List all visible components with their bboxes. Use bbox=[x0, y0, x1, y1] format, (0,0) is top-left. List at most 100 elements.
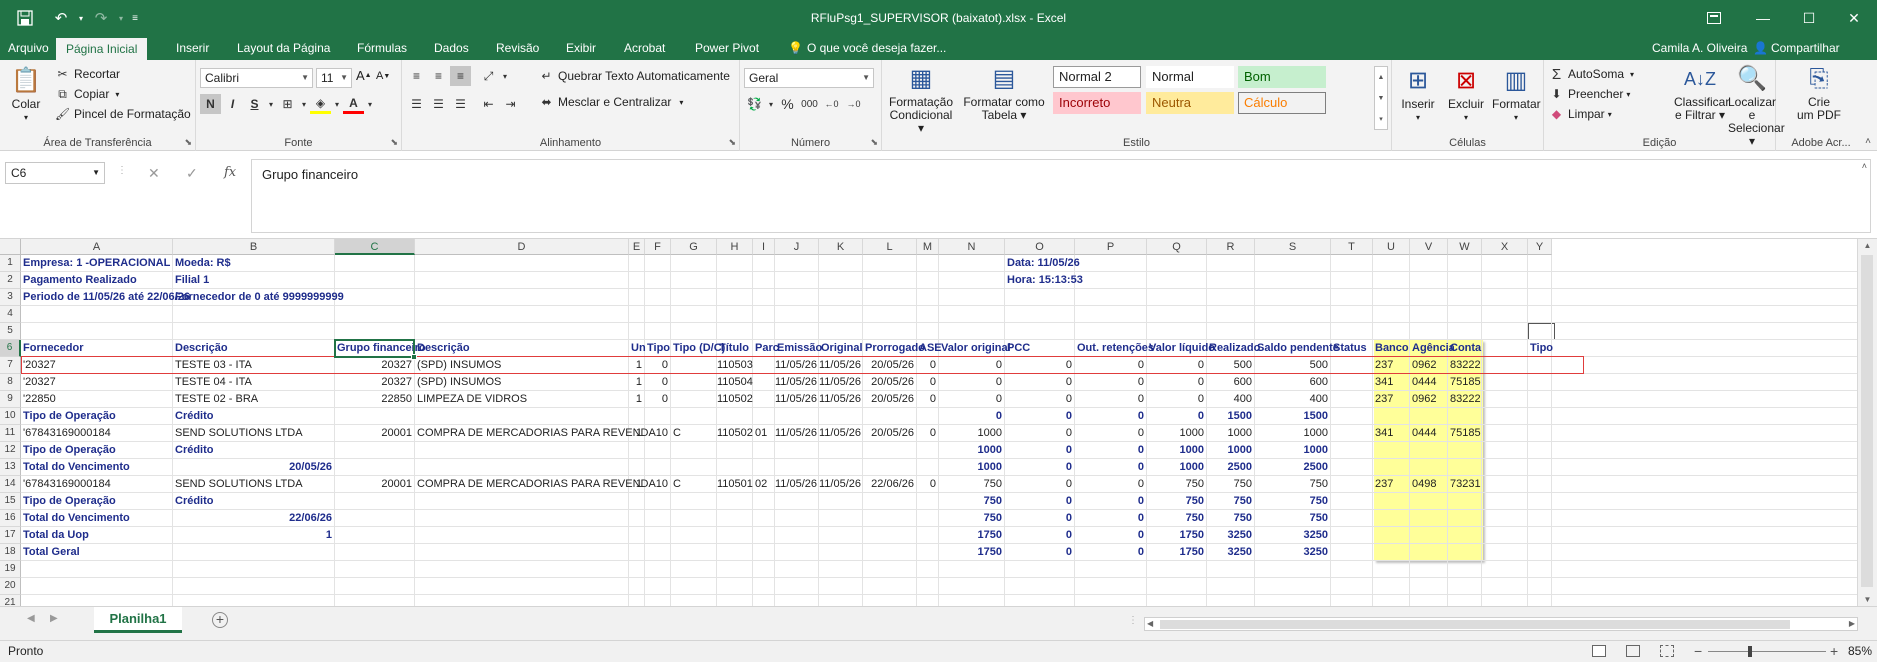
cell-s8[interactable]: 600 bbox=[1255, 374, 1331, 391]
create-pdf-button[interactable]: ⎘ Crie um PDF bbox=[1794, 64, 1844, 122]
cell-i6[interactable]: Parc bbox=[753, 340, 779, 357]
fill-handle[interactable] bbox=[411, 354, 417, 360]
tab-p-gina-inicial[interactable]: Página Inicial bbox=[56, 38, 148, 60]
row-header-19[interactable]: 19 bbox=[0, 561, 21, 578]
cell-n7[interactable]: 0 bbox=[939, 357, 1005, 374]
dialog-launcher-icon[interactable]: ⬊ bbox=[728, 137, 736, 148]
row-header-2[interactable]: 2 bbox=[0, 272, 21, 289]
cell-e7[interactable]: 1 bbox=[629, 357, 645, 374]
cell-a10[interactable]: Tipo de Operação bbox=[21, 408, 173, 425]
cell-d14[interactable]: COMPRA DE MERCADORIAS PARA REVENDA bbox=[415, 476, 656, 493]
cell-w7[interactable]: 83222 bbox=[1448, 357, 1482, 374]
font-color-icon[interactable]: A bbox=[343, 94, 364, 114]
cell-n13[interactable]: 1000 bbox=[939, 459, 1005, 476]
cell-l9[interactable]: 20/05/26 bbox=[863, 391, 917, 408]
cell-o13[interactable]: 0 bbox=[1005, 459, 1075, 476]
cell-r18[interactable]: 3250 bbox=[1207, 544, 1255, 561]
cell-m14[interactable]: 0 bbox=[917, 476, 939, 493]
cell-a15[interactable]: Tipo de Operação bbox=[21, 493, 173, 510]
new-sheet-button[interactable]: + bbox=[212, 612, 228, 628]
chevron-down-icon[interactable]: ▾ bbox=[500, 66, 510, 86]
align-center-icon[interactable]: ☰ bbox=[428, 94, 449, 114]
column-header-q[interactable]: Q bbox=[1147, 239, 1207, 255]
copy-button[interactable]: ⧉ Copiar ▾ bbox=[52, 84, 119, 104]
row-header-5[interactable]: 5 bbox=[0, 323, 21, 340]
cell-l6[interactable]: Prorrogado bbox=[863, 340, 925, 357]
zoom-in-icon[interactable]: + bbox=[1830, 641, 1838, 662]
column-header-b[interactable]: B bbox=[173, 239, 335, 255]
share-button[interactable]: 👤 Compartilhar bbox=[1753, 36, 1840, 60]
enter-icon[interactable]: ✓ bbox=[186, 162, 198, 184]
cell-y6[interactable]: Tipo bbox=[1528, 340, 1553, 357]
cell-b7[interactable]: TESTE 03 - ITA bbox=[173, 357, 335, 374]
expand-formula-bar-icon[interactable]: ˄ bbox=[1862, 161, 1867, 171]
cell-o17[interactable]: 0 bbox=[1005, 527, 1075, 544]
cell-v8[interactable]: 0444 bbox=[1410, 374, 1448, 391]
next-sheet-icon[interactable]: ▶ bbox=[50, 613, 58, 624]
cell-s14[interactable]: 750 bbox=[1255, 476, 1331, 493]
cell-k7[interactable]: 11/05/26 bbox=[819, 357, 863, 374]
cell-p7[interactable]: 0 bbox=[1075, 357, 1147, 374]
zoom-slider-thumb[interactable] bbox=[1748, 646, 1752, 657]
align-left-icon[interactable]: ☰ bbox=[406, 94, 427, 114]
cell-q14[interactable]: 750 bbox=[1147, 476, 1207, 493]
cell-p18[interactable]: 0 bbox=[1075, 544, 1147, 561]
cell-l7[interactable]: 20/05/26 bbox=[863, 357, 917, 374]
cell-b6[interactable]: Descrição bbox=[173, 340, 335, 357]
cell-d6[interactable]: Descrição bbox=[415, 340, 629, 357]
cell-b1[interactable]: Moeda: R$ bbox=[173, 255, 335, 272]
undo-dropdown-icon[interactable]: ▾ bbox=[74, 0, 88, 36]
cell-p17[interactable]: 0 bbox=[1075, 527, 1147, 544]
cell-v9[interactable]: 0962 bbox=[1410, 391, 1448, 408]
italic-button[interactable]: I bbox=[222, 94, 243, 114]
align-middle-icon[interactable]: ≡ bbox=[428, 66, 449, 86]
cell-i14[interactable]: 02 bbox=[753, 476, 775, 493]
cell-k11[interactable]: 11/05/26 bbox=[819, 425, 863, 442]
cell-r10[interactable]: 1500 bbox=[1207, 408, 1255, 425]
cell-s17[interactable]: 3250 bbox=[1255, 527, 1331, 544]
cell-o16[interactable]: 0 bbox=[1005, 510, 1075, 527]
cell-n9[interactable]: 0 bbox=[939, 391, 1005, 408]
cell-s7[interactable]: 500 bbox=[1255, 357, 1331, 374]
cell-b10[interactable]: Crédito bbox=[173, 408, 335, 425]
zoom-out-icon[interactable]: − bbox=[1694, 641, 1702, 662]
chevron-down-icon[interactable]: ▾ bbox=[299, 94, 309, 114]
worksheet-grid[interactable]: A B C D E F G H I J K L M N O P Q R S T U V W X Y 1 2 3 4 5 6 7 8 9 10 11 12… bbox=[0, 239, 1877, 606]
cell-q6[interactable]: Valor líquido bbox=[1147, 340, 1215, 357]
cell-d11[interactable]: COMPRA DE MERCADORIAS PARA REVENDA bbox=[415, 425, 656, 442]
format-as-table-button[interactable]: ▤ Formatar como Tabela ▾ bbox=[962, 64, 1046, 122]
row-header-10[interactable]: 10 bbox=[0, 408, 21, 425]
column-header-m[interactable]: M bbox=[917, 239, 939, 255]
paste-button[interactable]: 📋 Colar ▾ bbox=[6, 66, 46, 124]
cell-o14[interactable]: 0 bbox=[1005, 476, 1075, 493]
chevron-down-icon[interactable]: ▾ bbox=[766, 94, 776, 114]
column-header-t[interactable]: T bbox=[1331, 239, 1373, 255]
cell-h8[interactable]: 110504 bbox=[717, 374, 753, 391]
column-header-o[interactable]: O bbox=[1005, 239, 1075, 255]
cell-j8[interactable]: 11/05/26 bbox=[775, 374, 819, 391]
insert-function-icon[interactable]: fx bbox=[224, 162, 236, 184]
column-header-h[interactable]: H bbox=[717, 239, 753, 255]
cell-c9[interactable]: 22850 bbox=[335, 391, 415, 408]
cell-k6[interactable]: Original bbox=[819, 340, 863, 357]
horizontal-scrollbar[interactable]: ◀ ▶ bbox=[1144, 617, 1858, 631]
underline-button[interactable]: S bbox=[244, 94, 265, 114]
cell-b9[interactable]: TESTE 02 - BRA bbox=[173, 391, 335, 408]
zoom-slider[interactable] bbox=[1708, 651, 1826, 652]
select-all-corner[interactable] bbox=[0, 239, 21, 255]
borders-icon[interactable]: ⊞ bbox=[277, 94, 298, 114]
cell-style-normal[interactable]: Normal bbox=[1146, 66, 1234, 88]
column-header-d[interactable]: D bbox=[415, 239, 629, 255]
cell-f14[interactable]: 10 bbox=[645, 476, 671, 493]
minimize-button[interactable]: — bbox=[1740, 0, 1786, 36]
column-header-f[interactable]: F bbox=[645, 239, 671, 255]
cell-v7[interactable]: 0962 bbox=[1410, 357, 1448, 374]
column-header-e[interactable]: E bbox=[629, 239, 645, 255]
cell-g14[interactable]: C bbox=[671, 476, 717, 493]
close-button[interactable]: ✕ bbox=[1831, 0, 1877, 36]
cell-f11[interactable]: 10 bbox=[645, 425, 671, 442]
row-header-12[interactable]: 12 bbox=[0, 442, 21, 459]
column-header-c[interactable]: C bbox=[335, 239, 415, 255]
cell-h7[interactable]: 110503 bbox=[717, 357, 753, 374]
cell-b12[interactable]: Crédito bbox=[173, 442, 335, 459]
